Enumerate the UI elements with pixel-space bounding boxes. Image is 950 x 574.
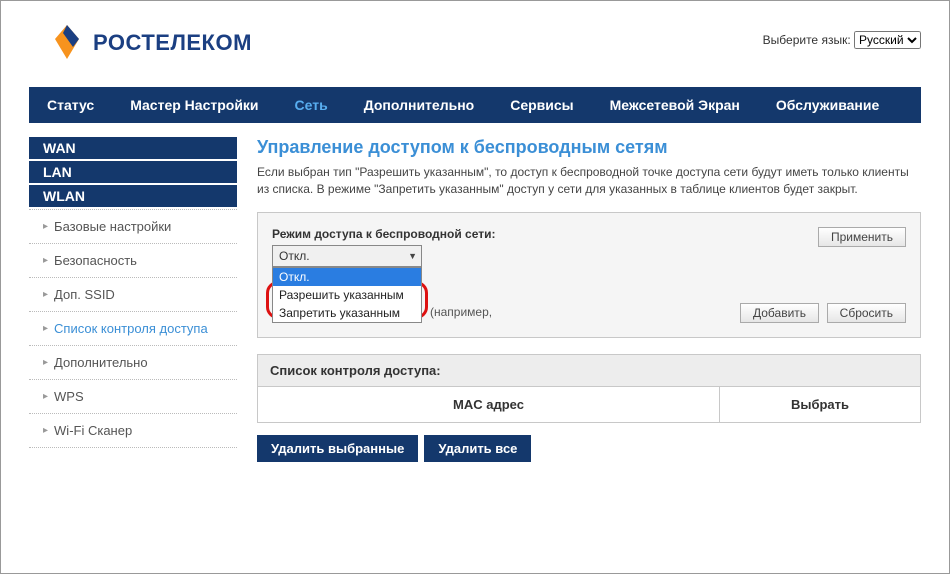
mode-select-value: Откл.	[279, 249, 310, 263]
sidebar-item-label: WPS	[54, 389, 84, 404]
nav-wizard[interactable]: Мастер Настройки	[112, 87, 276, 123]
page-title: Управление доступом к беспроводным сетям	[257, 137, 921, 158]
sidebar-group-lan[interactable]: LAN	[29, 161, 237, 183]
chevron-right-icon: ▸	[43, 221, 48, 232]
sidebar-item-ssid[interactable]: ▸ Доп. SSID	[29, 277, 237, 311]
logo: РОСТЕЛЕКОМ	[49, 23, 252, 63]
delete-selected-button[interactable]: Удалить выбранные	[257, 435, 418, 462]
nav-firewall[interactable]: Межсетевой Экран	[592, 87, 758, 123]
sidebar-item-acl[interactable]: ▸ Список контроля доступа	[29, 311, 237, 345]
nav-maintenance[interactable]: Обслуживание	[758, 87, 897, 123]
mode-option-deny[interactable]: Запретить указанным	[273, 304, 421, 322]
chevron-right-icon: ▸	[43, 425, 48, 436]
mode-dropdown: Откл. Разрешить указанным Запретить указ…	[272, 267, 422, 323]
header: РОСТЕЛЕКОМ Выберите язык: Русский	[15, 27, 935, 87]
language-select[interactable]: Русский	[854, 31, 921, 49]
nav-services[interactable]: Сервисы	[492, 87, 591, 123]
sidebar-item-label: Безопасность	[54, 253, 137, 268]
sidebar-item-wifi-scanner[interactable]: ▸ Wi-Fi Сканер	[29, 413, 237, 448]
acl-col-mac: MAC адрес	[258, 387, 720, 422]
sidebar-item-security[interactable]: ▸ Безопасность	[29, 243, 237, 277]
chevron-right-icon: ▸	[43, 357, 48, 368]
mode-select-wrap: Откл. ▼ Откл. Разрешить указанным Запрет…	[272, 245, 422, 267]
chevron-right-icon: ▸	[43, 289, 48, 300]
sidebar-item-wps[interactable]: ▸ WPS	[29, 379, 237, 413]
apply-button[interactable]: Применить	[818, 227, 906, 247]
delete-all-button[interactable]: Удалить все	[424, 435, 531, 462]
chevron-right-icon: ▸	[43, 255, 48, 266]
chevron-right-icon: ▸	[43, 323, 48, 334]
acl-col-select: Выбрать	[720, 387, 920, 422]
mode-label: Режим доступа к беспроводной сети:	[272, 227, 906, 241]
rostelecom-logo-icon	[49, 23, 85, 63]
sidebar-group-wan[interactable]: WAN	[29, 137, 237, 159]
chevron-right-icon: ▸	[43, 391, 48, 402]
sidebar-item-label: Доп. SSID	[54, 287, 115, 302]
chevron-down-icon: ▼	[408, 251, 417, 261]
page-description: Если выбран тип "Разрешить указанным", т…	[257, 164, 921, 198]
mode-option-off[interactable]: Откл.	[273, 268, 421, 286]
brand-text: РОСТЕЛЕКОМ	[93, 30, 252, 56]
nav-status[interactable]: Статус	[29, 87, 112, 123]
acl-header: Список контроля доступа:	[257, 354, 921, 387]
add-button[interactable]: Добавить	[740, 303, 819, 323]
mode-panel: Режим доступа к беспроводной сети: Откл.…	[257, 212, 921, 338]
mac-example-text: (например,	[430, 305, 492, 319]
nav-advanced[interactable]: Дополнительно	[346, 87, 492, 123]
sidebar-group-wlan[interactable]: WLAN	[29, 185, 237, 207]
sidebar-item-label: Дополнительно	[54, 355, 148, 370]
sidebar-item-advanced[interactable]: ▸ Дополнительно	[29, 345, 237, 379]
reset-button[interactable]: Сбросить	[827, 303, 906, 323]
acl-table: MAC адрес Выбрать	[257, 387, 921, 423]
content: Управление доступом к беспроводным сетям…	[257, 137, 921, 462]
language-selector: Выберите язык: Русский	[763, 31, 921, 49]
nav-network[interactable]: Сеть	[277, 87, 346, 123]
sidebar-item-basic[interactable]: ▸ Базовые настройки	[29, 209, 237, 243]
mode-select[interactable]: Откл. ▼	[272, 245, 422, 267]
sidebar-item-label: Список контроля доступа	[54, 321, 208, 336]
main-nav: Статус Мастер Настройки Сеть Дополнитель…	[29, 87, 921, 123]
sidebar-item-label: Wi-Fi Сканер	[54, 423, 132, 438]
language-label: Выберите язык:	[763, 33, 851, 47]
mode-option-allow[interactable]: Разрешить указанным	[273, 286, 421, 304]
sidebar-item-label: Базовые настройки	[54, 219, 171, 234]
sidebar: WAN LAN WLAN ▸ Базовые настройки ▸ Безопас…	[29, 137, 237, 462]
